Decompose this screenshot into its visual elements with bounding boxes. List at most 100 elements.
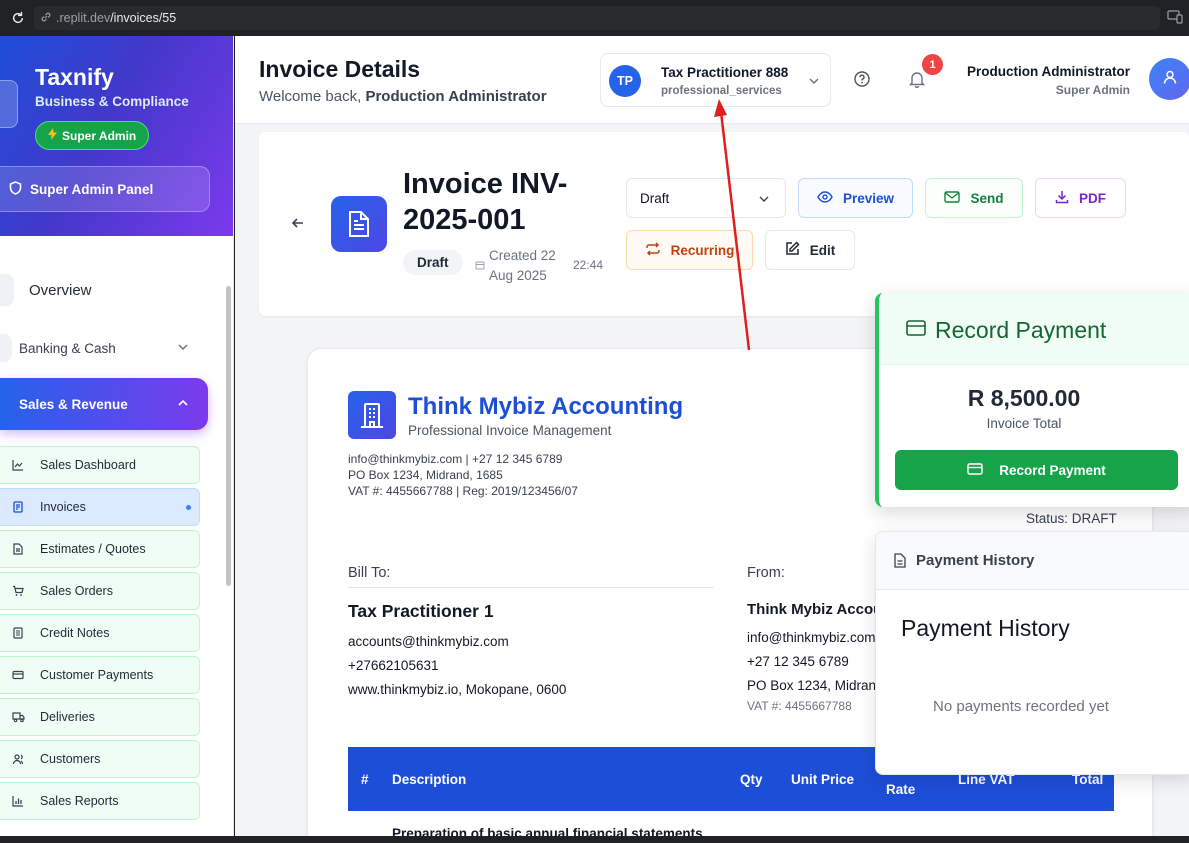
column-header-description: Description xyxy=(392,772,467,787)
sidebar-item-label: Sales & Revenue xyxy=(19,396,128,412)
top-header: Invoice Details Welcome back, Production… xyxy=(235,36,1189,124)
status-label: Status: xyxy=(1026,511,1069,526)
sales-subnav: Sales Dashboard Invoices Estimates / Quote… xyxy=(0,446,200,824)
document-status: Status: DRAFT xyxy=(1026,511,1117,526)
mail-icon xyxy=(944,190,961,206)
line-item-description: Preparation of basic annual financial st… xyxy=(392,826,703,836)
invoice-icon xyxy=(10,499,26,515)
created-date: Created 22 Aug 2025 xyxy=(489,248,556,283)
preview-button[interactable]: Preview xyxy=(798,178,913,218)
super-admin-badge: Super Admin xyxy=(35,121,150,150)
sidebar-item-sales-reports[interactable]: Sales Reports xyxy=(0,782,200,820)
edit-button[interactable]: Edit xyxy=(765,230,855,270)
sidebar-item-customer-payments[interactable]: Customer Payments xyxy=(0,656,200,694)
devices-icon[interactable] xyxy=(1167,10,1183,29)
bill-to-address: www.thinkmybiz.io, Mokopane, 0600 xyxy=(348,682,567,697)
note-icon xyxy=(10,625,26,641)
credit-card-icon xyxy=(906,320,926,341)
window-bottom-edge xyxy=(0,836,1189,843)
brand-subtitle: Business & Compliance xyxy=(35,94,189,109)
document-icon xyxy=(894,553,906,573)
pdf-button-label: PDF xyxy=(1079,190,1106,206)
truck-icon xyxy=(10,709,26,725)
invoice-header-card: Invoice INV-2025-001 Draft Created 22 Au… xyxy=(259,132,1189,316)
back-arrow-icon[interactable] xyxy=(291,216,305,235)
credit-card-icon xyxy=(967,462,983,478)
company-contact: info@thinkmybiz.com | +27 12 345 6789 xyxy=(348,452,563,466)
card-icon xyxy=(10,667,26,683)
bill-to-email: accounts@thinkmybiz.com xyxy=(348,634,509,649)
address-bar[interactable]: .replit.dev/invoices/55 xyxy=(34,6,1160,30)
column-header-qty: Qty xyxy=(740,772,763,787)
sidebar-subitem-label: Sales Reports xyxy=(40,794,119,808)
payment-history-panel: Payment History Payment History No payme… xyxy=(875,531,1189,775)
welcome-prefix: Welcome back, xyxy=(259,88,366,105)
sidebar-item-sales-dashboard[interactable]: Sales Dashboard xyxy=(0,446,200,484)
record-payment-button[interactable]: Record Payment xyxy=(895,450,1178,490)
sidebar-subitem-label: Sales Orders xyxy=(40,584,113,598)
sidebar-item-credit-notes[interactable]: Credit Notes xyxy=(0,614,200,652)
sidebar-item-invoices[interactable]: Invoices xyxy=(0,488,200,526)
company-vat: VAT #: 4455667788 | Reg: 2019/123456/07 xyxy=(348,484,578,498)
users-icon xyxy=(10,751,26,767)
lightning-icon xyxy=(48,128,57,143)
help-icon[interactable] xyxy=(853,70,871,93)
user-avatar[interactable] xyxy=(1149,58,1189,100)
tenant-switcher[interactable]: TP Tax Practitioner 888 professional_ser… xyxy=(600,53,831,107)
chevron-down-icon xyxy=(176,340,190,359)
reload-icon[interactable] xyxy=(0,0,36,36)
sidebar-item-customers[interactable]: Customers xyxy=(0,740,200,778)
sidebar-item-deliveries[interactable]: Deliveries xyxy=(0,698,200,736)
chart-line-icon xyxy=(10,457,26,473)
send-button[interactable]: Send xyxy=(925,178,1023,218)
brand-name: Taxnify xyxy=(35,64,114,90)
company-details: info@thinkmybiz.com | +27 12 345 6789 PO… xyxy=(348,451,578,499)
eye-icon xyxy=(817,190,833,206)
bank-icon xyxy=(0,334,12,362)
sidebar-item-sales-revenue[interactable]: Sales & Revenue xyxy=(0,378,208,430)
sidebar-subitem-label: Customers xyxy=(40,752,101,766)
from-vat: VAT #: 4455667788 xyxy=(747,699,852,713)
payment-history-header-label: Payment History xyxy=(916,552,1035,569)
site-info-icon[interactable] xyxy=(40,11,52,26)
sidebar-subitem-label: Sales Dashboard xyxy=(40,458,136,472)
record-payment-header: Record Payment xyxy=(879,293,1189,365)
column-header-unit-price: Unit Price xyxy=(791,772,855,787)
tenant-type: professional_services xyxy=(661,85,782,97)
sidebar-item-label: Banking & Cash xyxy=(19,340,116,356)
invoice-title: Invoice INV-2025-001 xyxy=(403,168,568,236)
sidebar-item-estimates-quotes[interactable]: Estimates / Quotes xyxy=(0,530,200,568)
company-tagline: Professional Invoice Management xyxy=(408,423,612,438)
notifications-bell-icon[interactable] xyxy=(908,70,926,93)
record-payment-title: Record Payment xyxy=(935,317,1107,343)
invoice-total-amount: R 8,500.00 xyxy=(967,385,1081,411)
super-admin-panel-button[interactable]: Super Admin Panel xyxy=(0,166,210,212)
recurring-button[interactable]: Recurring xyxy=(626,230,753,270)
sidebar-item-overview[interactable]: Overview xyxy=(0,270,220,310)
tenant-avatar: TP xyxy=(609,65,641,97)
status-select[interactable]: Draft xyxy=(626,178,786,218)
sidebar-item-label: Overview xyxy=(29,281,92,299)
bill-to-label: Bill To: xyxy=(348,565,714,588)
sidebar-subitem-label: Credit Notes xyxy=(40,626,110,640)
recurring-button-label: Recurring xyxy=(670,242,735,258)
bill-to-name: Tax Practitioner 1 xyxy=(348,601,494,621)
app-logo-icon xyxy=(0,80,18,128)
preview-button-label: Preview xyxy=(842,190,895,206)
invoice-total-label: Invoice Total xyxy=(986,416,1062,431)
sidebar-item-sales-orders[interactable]: Sales Orders xyxy=(0,572,200,610)
from-label: From: xyxy=(747,565,785,581)
welcome-message: Welcome back, Production Administrator xyxy=(259,88,547,105)
payment-history-header: Payment History xyxy=(876,532,1189,590)
edit-button-label: Edit xyxy=(809,242,836,258)
company-address: PO Box 1234, Midrand, 1685 xyxy=(348,468,503,482)
super-admin-panel-label: Super Admin Panel xyxy=(30,181,154,197)
company-name: Think Mybiz Accounting xyxy=(408,393,684,420)
sidebar-item-banking[interactable]: Banking & Cash xyxy=(0,328,220,368)
url-path: /invoices/55 xyxy=(110,11,177,25)
sidebar-scrollbar[interactable] xyxy=(226,286,231,586)
overview-icon xyxy=(0,274,14,306)
url-host: .replit.dev xyxy=(56,11,111,25)
repeat-icon xyxy=(645,241,661,259)
pdf-download-button[interactable]: PDF xyxy=(1035,178,1126,218)
